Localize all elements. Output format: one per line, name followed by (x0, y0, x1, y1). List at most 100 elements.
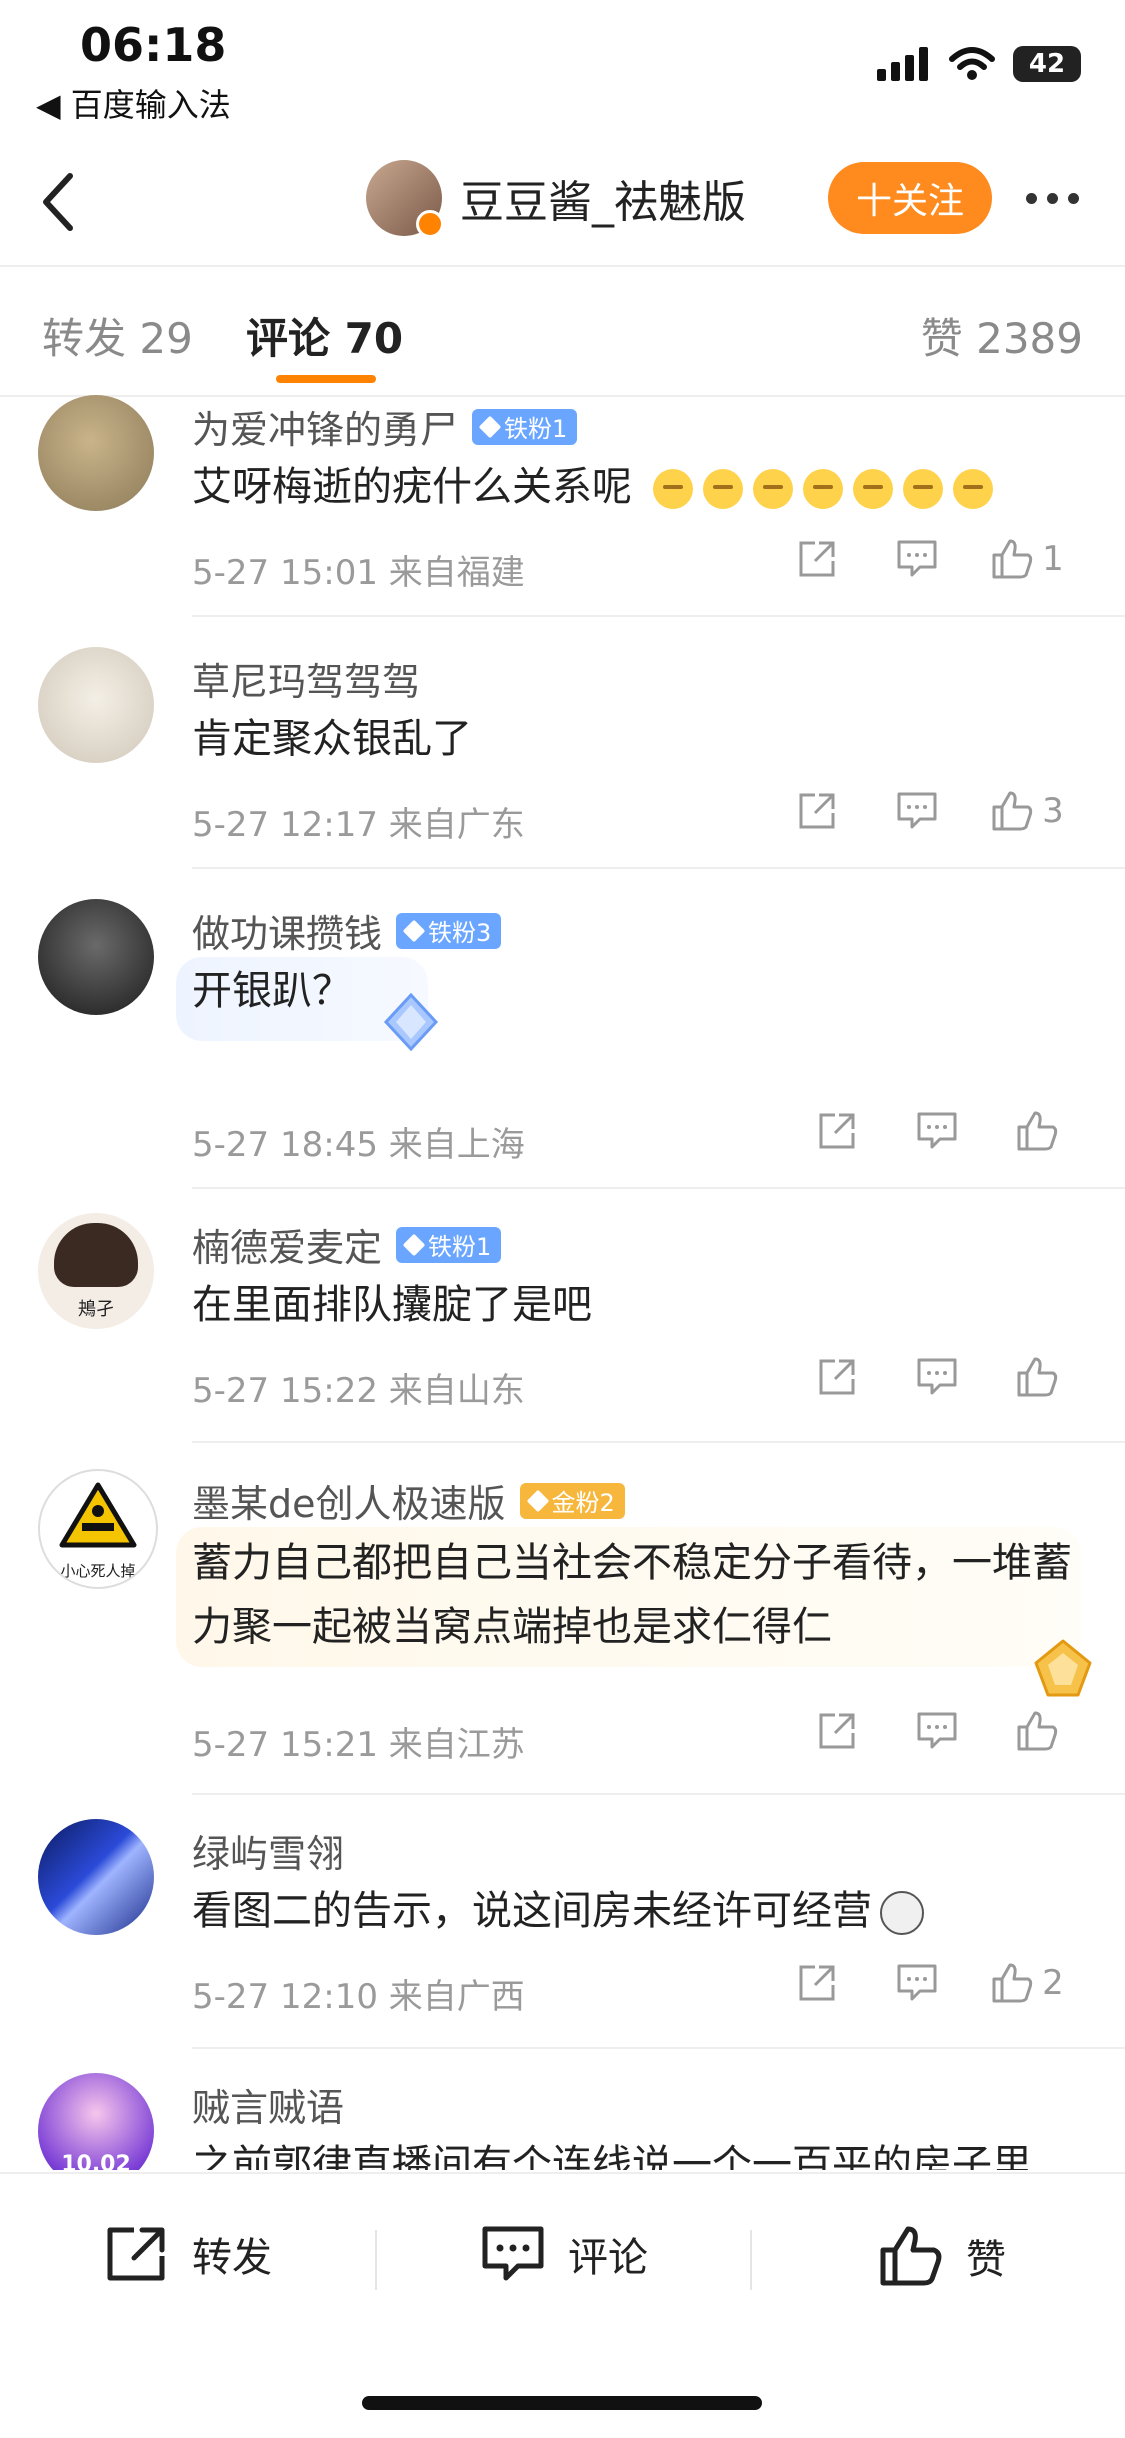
share-icon (799, 1965, 835, 2001)
commenter-name-row: 绿屿雪翎 (192, 1823, 344, 1878)
share-comment-button[interactable] (787, 1711, 887, 1751)
reply-comment-button[interactable] (887, 1711, 987, 1751)
commenter-avatar[interactable]: 10.02 (38, 2073, 154, 2170)
comment-list[interactable]: 为爱冲锋的勇尸 铁粉1 艾呀梅逝的疣什么关系呢 5-27 15:01 来自福建 … (0, 395, 1125, 2170)
comment-item: 绿屿雪翎 看图二的告示，说这间房未经许可经营 5-27 12:10 来自广西 2 (0, 1795, 1125, 2049)
commenter-avatar[interactable]: 小心死人掉 (38, 1469, 158, 1589)
fan-badge: 铁粉1 (472, 408, 578, 445)
reply-comment-button[interactable] (867, 791, 967, 831)
follow-button[interactable]: 十关注 (828, 162, 992, 234)
avatar-caption: 鴂孑 (78, 1299, 114, 1320)
status-icons: 42 (877, 46, 1081, 82)
commenter-name[interactable]: 为爱冲锋的勇尸 (192, 399, 458, 454)
author-info[interactable]: 豆豆酱_祛魅版 (366, 160, 746, 238)
tab-repost[interactable]: 转发 29 (42, 305, 193, 366)
commenter-avatar[interactable] (38, 899, 154, 1015)
share-comment-button[interactable] (787, 1111, 887, 1151)
comment-divider (192, 615, 1125, 617)
wifi-icon (949, 47, 995, 80)
comment-icon (897, 540, 937, 577)
commenter-name[interactable]: 绿屿雪翎 (192, 1823, 344, 1878)
like-comment-button[interactable] (987, 1709, 1087, 1753)
commenter-name-row: 草尼玛驾驾驾 (192, 651, 420, 706)
repost-button[interactable]: 转发 (104, 2224, 272, 2284)
thumbs-up-icon (1017, 1357, 1058, 1397)
reply-comment-button[interactable] (867, 1963, 967, 2003)
comment-item: 小心死人掉 墨某de创人极速版 金粉2 蓄力自己都把自己当社会不稳定分子看待，一… (0, 1443, 1125, 1795)
commenter-name[interactable]: 贼言贼语 (192, 2077, 344, 2132)
like-comment-button[interactable]: 1 (967, 537, 1087, 581)
status-time: 06:18 (80, 18, 227, 72)
commenter-avatar[interactable]: 鴂孑 (38, 1213, 154, 1329)
commenter-avatar[interactable] (38, 395, 154, 511)
comment-icon (897, 792, 937, 829)
reply-comment-button[interactable] (887, 1357, 987, 1397)
like-comment-button[interactable] (987, 1355, 1087, 1399)
comment-text: 在里面排队攮腚了是吧 (192, 1282, 592, 1328)
fan-badge: 铁粉3 (396, 912, 502, 949)
avatar-caption: 小心死人掉 (60, 1562, 136, 1580)
comment-actions: 3 (767, 789, 1087, 833)
warning-sign-icon (59, 1482, 137, 1548)
nav-bar: 豆豆酱_祛魅版 十关注 (0, 140, 1125, 267)
like-button[interactable]: 赞 (878, 2224, 1006, 2288)
commenter-name-row: 贼言贼语 (192, 2077, 344, 2132)
reply-comment-button[interactable] (867, 539, 967, 579)
fan-badge: 金粉2 (519, 1482, 625, 1519)
comment-actions: 2 (767, 1961, 1087, 2005)
comment-text: 开银趴？ (192, 968, 352, 1014)
commenter-name-row: 做功课攒钱 铁粉3 (192, 903, 502, 958)
comment-meta: 5-27 18:45 来自上海 (192, 1125, 525, 1165)
author-avatar[interactable] (366, 160, 444, 238)
comment-meta: 5-27 15:01 来自福建 (192, 553, 525, 593)
more-options-icon[interactable] (1012, 168, 1092, 228)
commenter-name[interactable]: 墨某de创人极速版 (192, 1473, 506, 1528)
comment-icon (482, 2226, 544, 2281)
thumbs-up-icon (992, 1963, 1033, 2003)
thumbs-up-icon (1017, 1711, 1058, 1751)
avatar-caption: 10.02 (61, 2152, 131, 2170)
detail-tabs: 转发 29 评论 70 赞 2389 (0, 267, 1125, 397)
comment-meta: 5-27 12:10 来自广西 (192, 1977, 525, 2017)
like-comment-button[interactable]: 2 (967, 1961, 1087, 2005)
thinking-emoji-icon (652, 464, 1003, 510)
back-to-app-link[interactable]: ◀ 百度输入法 (36, 80, 231, 126)
commenter-name-row: 楠德爱麦定 铁粉1 (192, 1217, 502, 1272)
like-count: 1 (1042, 539, 1064, 579)
share-icon (799, 793, 835, 829)
active-tab-indicator (276, 375, 376, 383)
tab-comment[interactable]: 评论 70 (246, 305, 403, 366)
like-count: 3 (1042, 791, 1064, 831)
comment-icon (917, 1112, 957, 1149)
share-comment-button[interactable] (787, 1357, 887, 1397)
commenter-name[interactable]: 楠德爱麦定 (192, 1217, 382, 1272)
share-icon (107, 2227, 165, 2281)
like-comment-button[interactable] (987, 1109, 1087, 1153)
fan-badge: 铁粉1 (396, 1226, 502, 1263)
share-comment-button[interactable] (767, 791, 867, 831)
tab-like[interactable]: 赞 2389 (921, 305, 1083, 366)
gold-gem-icon (526, 1489, 549, 1512)
commenter-name-row: 墨某de创人极速版 金粉2 (192, 1473, 625, 1528)
commenter-name-row: 为爱冲锋的勇尸 铁粉1 (192, 399, 578, 454)
like-comment-button[interactable]: 3 (967, 789, 1087, 833)
comment-icon (917, 1358, 957, 1395)
share-icon (799, 541, 835, 577)
comment-item: 鴂孑 楠德爱麦定 铁粉1 在里面排队攮腚了是吧 5-27 15:22 来自山东 (0, 1189, 1125, 1443)
reply-comment-button[interactable] (887, 1111, 987, 1151)
back-button[interactable] (28, 162, 88, 242)
comment-actions (787, 1709, 1087, 1753)
comment-button[interactable]: 评论 (480, 2224, 648, 2284)
comment-meta: 5-27 15:21 来自江苏 (192, 1725, 525, 1765)
commenter-avatar[interactable] (38, 1819, 154, 1935)
commenter-avatar[interactable] (38, 647, 154, 763)
share-comment-button[interactable] (767, 1963, 867, 2003)
signal-icon (877, 47, 928, 81)
author-name[interactable]: 豆豆酱_祛魅版 (460, 166, 746, 230)
share-comment-button[interactable] (767, 539, 867, 579)
commenter-name[interactable]: 草尼玛驾驾驾 (192, 651, 420, 706)
like-count: 2 (1042, 1963, 1064, 2003)
commenter-name[interactable]: 做功课攒钱 (192, 903, 382, 958)
diamond-icon (478, 415, 502, 438)
diamond-icon (402, 919, 426, 942)
